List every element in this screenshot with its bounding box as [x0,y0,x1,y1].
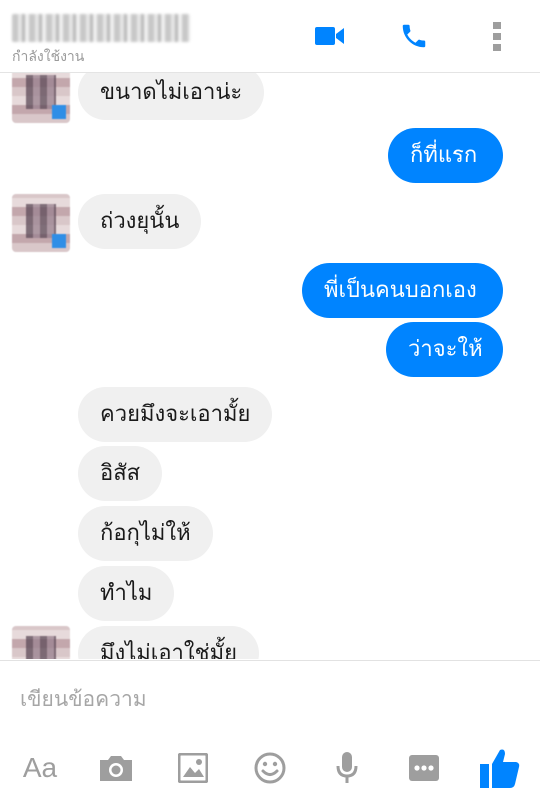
more-options-button[interactable] [477,16,517,56]
phone-icon [402,24,426,48]
message-bubble-incoming[interactable]: ควยมึงจะเอามั้ย [78,387,273,442]
microphone-button[interactable] [323,744,371,792]
image-icon [178,753,208,783]
contact-avatar[interactable] [12,626,70,659]
message-bubble-incoming[interactable]: มึงไม่เอาใช่มั้ย [78,626,259,659]
microphone-icon [336,752,358,783]
message-bubble-outgoing[interactable]: พี่เป็นคนบอกเอง [302,263,503,318]
emoji-button[interactable] [246,744,294,792]
message-bubble-outgoing[interactable]: ก็ที่แรก [388,128,503,183]
camera-button[interactable] [92,744,140,792]
contact-avatar[interactable] [12,194,70,252]
message-bubble-incoming[interactable]: อิสัส [78,446,163,501]
message-input[interactable] [18,681,502,717]
video-call-button[interactable] [310,16,350,56]
message-bubble-incoming[interactable]: ขนาดไม่เอาน่ะ [78,73,265,120]
like-button[interactable] [476,744,524,792]
message-bubble-incoming[interactable]: ทำไม [78,566,175,621]
message-bubble-outgoing[interactable]: ว่าจะให้ [386,322,503,377]
contact-name[interactable] [12,14,190,42]
vertical-dots-icon [493,22,501,51]
camera-icon [100,756,132,781]
status-text: กำลังใช้งาน [12,49,85,65]
message-bubble-incoming[interactable]: ถ่วงยุนั้น [78,194,202,249]
message-bubble-incoming[interactable]: ก้อกุไม่ให้ [78,506,213,561]
voice-call-button[interactable] [394,16,434,56]
text-style-button[interactable]: Aa [16,744,64,792]
contact-avatar[interactable] [12,73,70,123]
more-icon [409,755,439,781]
emoji-icon [254,752,286,784]
more-apps-button[interactable] [400,744,448,792]
chat-header: กำลังใช้งาน [0,0,540,73]
message-list[interactable]: ขนาดไม่เอาน่ะ ก็ที่แรก ถ่วงยุนั้น พี่เป็… [0,73,540,659]
gallery-button[interactable] [169,744,217,792]
message-composer [0,660,540,733]
video-camera-icon [315,27,344,45]
thumbs-up-icon [480,749,520,788]
composer-toolbar: Aa [0,732,540,804]
